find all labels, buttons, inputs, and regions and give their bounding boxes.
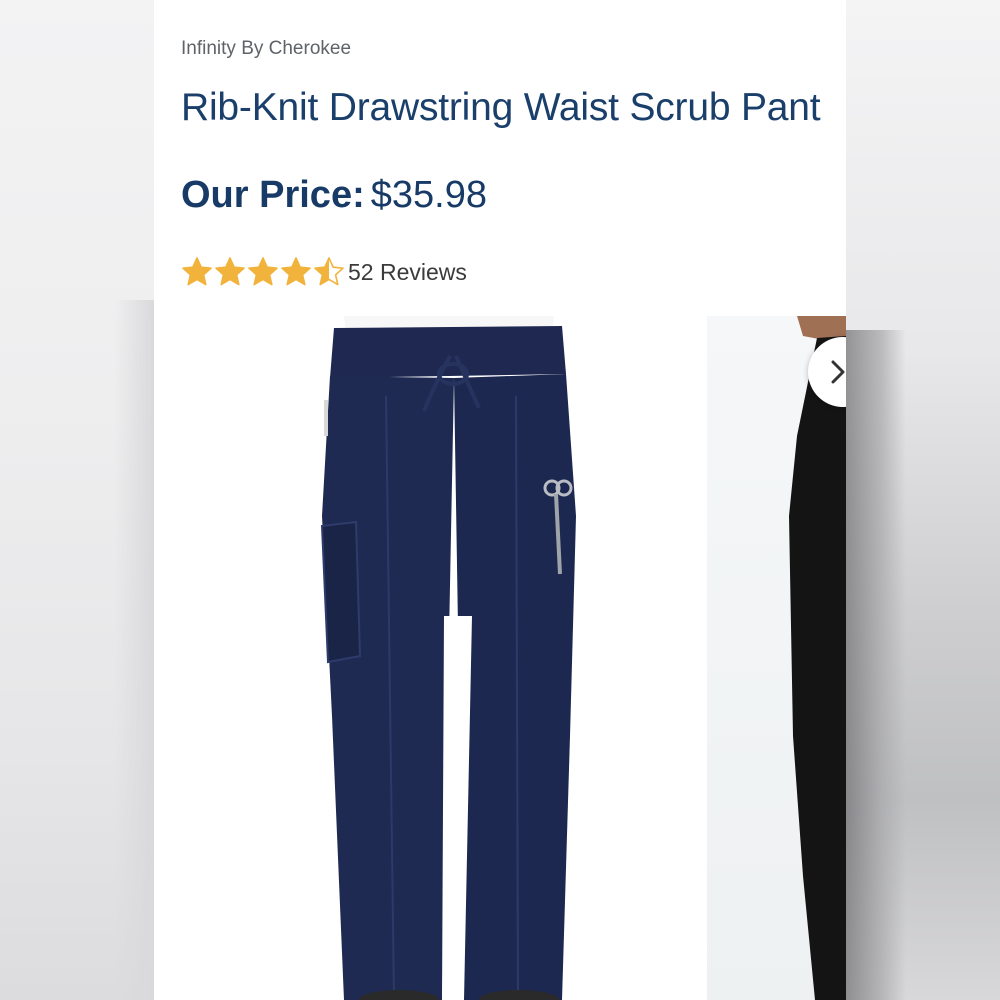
product-title: Rib-Knit Drawstring Waist Scrub Pant <box>181 86 821 129</box>
star-icon <box>281 257 311 286</box>
star-icon <box>248 257 278 286</box>
blurred-shape <box>846 330 906 1000</box>
blurred-background-right <box>846 0 1000 1000</box>
price-label: Our Price: <box>181 174 365 216</box>
blurred-background-left <box>0 0 154 1000</box>
product-page: Infinity By Cherokee Rib-Knit Drawstring… <box>154 0 846 1000</box>
brand-link[interactable]: Infinity By Cherokee <box>181 38 351 60</box>
star-icon <box>215 257 245 286</box>
black-scrub-pant-side-icon <box>707 316 846 1000</box>
chevron-right-icon <box>831 360 845 384</box>
price: Our Price: $35.98 <box>181 174 487 217</box>
star-icon <box>314 257 344 286</box>
navy-scrub-pant-front-icon <box>320 316 576 1000</box>
blurred-shape <box>114 300 154 1000</box>
image-gallery[interactable] <box>154 316 846 1000</box>
rating[interactable]: 52 Reviews <box>181 255 467 289</box>
star-icon <box>182 257 212 286</box>
reviews-link[interactable]: 52 Reviews <box>348 259 467 286</box>
star-rating <box>181 256 346 288</box>
price-value: $35.98 <box>370 174 487 216</box>
